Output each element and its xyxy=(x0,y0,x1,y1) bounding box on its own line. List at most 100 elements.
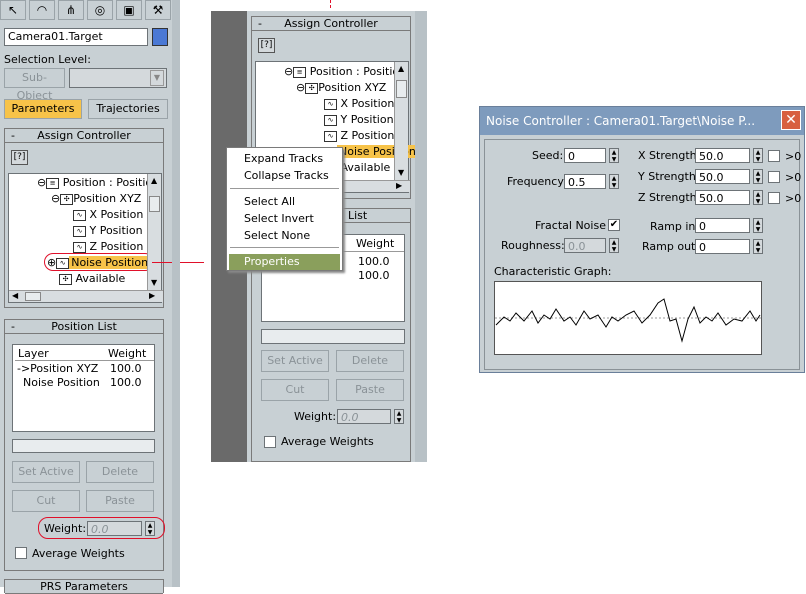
tree-item[interactable]: ∿ Y Position xyxy=(324,113,394,126)
set-active-button[interactable]: Set Active xyxy=(12,461,80,483)
frequency-field[interactable]: 0.5 xyxy=(564,174,606,189)
menu-item-properties[interactable]: Properties xyxy=(244,255,300,268)
y-strength-spinner[interactable]: ▲ ▼ xyxy=(753,169,763,184)
weight-label: Weight: xyxy=(294,410,337,423)
tree-scrollbar-vertical[interactable]: ▲ ▼ xyxy=(394,62,408,180)
scroll-right-icon[interactable]: ▶ xyxy=(396,181,402,190)
menu-item-select-invert[interactable]: Select Invert xyxy=(244,212,314,225)
tree-item[interactable]: ∿ X Position xyxy=(324,97,394,110)
tree-item[interactable]: ⊖ ✣ Position XYZ xyxy=(51,192,141,205)
cut-button[interactable]: Cut xyxy=(12,490,80,512)
tree-item[interactable]: ∿ X Position xyxy=(73,208,143,221)
menu-item-select-all[interactable]: Select All xyxy=(244,195,295,208)
utilities-hammer-icon[interactable]: ⚒ xyxy=(145,0,171,20)
z-gt0-checkbox[interactable] xyxy=(768,192,780,204)
tree-item[interactable]: ⊖ ≡ Position : Position xyxy=(37,176,159,189)
prs-parameters-rollout[interactable]: PRS Parameters xyxy=(4,579,164,594)
column-header-weight[interactable]: Weight xyxy=(108,347,146,360)
modify-arc-icon[interactable]: ◠ xyxy=(29,0,55,20)
table-cell-weight: 100.0 xyxy=(358,269,390,282)
rollout-header[interactable]: - Position List xyxy=(5,320,163,334)
x-gt0-checkbox[interactable] xyxy=(768,150,780,162)
scroll-down-icon[interactable]: ▼ xyxy=(151,278,157,287)
frequency-spinner[interactable]: ▲ ▼ xyxy=(609,174,619,189)
y-strength-field[interactable]: 50.0 xyxy=(695,169,750,184)
ramp-in-spinner[interactable]: ▲ ▼ xyxy=(753,218,763,233)
tree-scrollbar-vertical[interactable]: ▲ ▼ xyxy=(147,174,161,290)
seed-field[interactable]: 0 xyxy=(564,148,606,163)
tree-item[interactable]: ∿ Z Position xyxy=(73,240,143,253)
roughness-field[interactable]: 0.0 xyxy=(564,238,606,253)
cut-button[interactable]: Cut xyxy=(261,379,329,401)
layer-name-field[interactable] xyxy=(12,439,155,453)
dialog-titlebar[interactable]: Noise Controller : Camera01.Target\Noise… xyxy=(480,107,804,135)
scroll-left-icon[interactable]: ◀ xyxy=(12,291,18,300)
z-strength-spinner[interactable]: ▲ ▼ xyxy=(753,190,763,205)
menu-item-expand-tracks[interactable]: Expand Tracks xyxy=(244,152,323,165)
select-arrow-icon[interactable]: ↖ xyxy=(0,0,26,20)
table-row[interactable]: ->Position XYZ xyxy=(17,362,98,375)
tree-item[interactable]: ✣ Available xyxy=(59,272,125,285)
average-weights-checkbox[interactable] xyxy=(264,436,276,448)
sub-object-button[interactable]: Sub-Object xyxy=(4,68,65,102)
hierarchy-icon[interactable]: ⋔ xyxy=(58,0,84,20)
tree-item[interactable]: ∿ Y Position xyxy=(73,224,143,237)
column-header-layer[interactable]: Layer xyxy=(18,347,49,360)
table-row[interactable]: Noise Position xyxy=(23,376,100,389)
layer-list[interactable]: Layer Weight ->Position XYZ 100.0 Noise … xyxy=(12,344,155,432)
scroll-thumb[interactable] xyxy=(149,196,160,212)
ramp-out-spinner[interactable]: ▲ ▼ xyxy=(753,239,763,254)
weight-field[interactable]: 0.0 xyxy=(87,521,142,536)
tree-item[interactable]: ⊖ ✣ Position XYZ xyxy=(296,81,386,94)
rollout-header[interactable]: - Assign Controller xyxy=(5,129,163,143)
motion-icon[interactable]: ◎ xyxy=(87,0,113,20)
object-name-field[interactable]: Camera01.Target xyxy=(4,28,148,46)
close-icon[interactable]: ✕ xyxy=(781,110,801,130)
fractal-noise-label: Fractal Noise xyxy=(535,219,606,232)
ramp-in-field[interactable]: 0 xyxy=(695,218,750,233)
assign-controller-icon[interactable]: [?] xyxy=(258,38,275,53)
x-strength-spinner[interactable]: ▲ ▼ xyxy=(753,148,763,163)
y-strength-label: Y Strength: xyxy=(638,170,700,183)
rollout-header[interactable]: - Assign Controller xyxy=(252,17,410,31)
tree-item[interactable]: ∿ Z Position xyxy=(324,129,394,142)
object-color-swatch[interactable] xyxy=(152,28,168,46)
delete-button[interactable]: Delete xyxy=(86,461,154,483)
fractal-noise-checkbox[interactable]: ✔ xyxy=(608,219,620,231)
chevron-down-icon[interactable]: ▼ xyxy=(150,70,164,86)
layer-name-field[interactable] xyxy=(261,329,405,344)
assign-controller-icon[interactable]: [?] xyxy=(11,150,28,165)
frequency-label: Frequency: xyxy=(507,175,567,188)
scroll-thumb[interactable] xyxy=(25,292,41,301)
seed-spinner[interactable]: ▲ ▼ xyxy=(609,148,619,163)
panel-scrollbar[interactable] xyxy=(415,11,427,462)
roughness-spinner[interactable]: ▲ ▼ xyxy=(609,238,619,253)
scroll-up-icon[interactable]: ▲ xyxy=(151,176,157,185)
scroll-thumb[interactable] xyxy=(396,80,407,98)
panel-scrollbar[interactable] xyxy=(172,0,180,587)
display-monitor-icon[interactable]: ▣ xyxy=(116,0,142,20)
tab-parameters[interactable]: Parameters xyxy=(4,99,82,119)
menu-item-collapse-tracks[interactable]: Collapse Tracks xyxy=(244,169,329,182)
weight-spinner[interactable]: ▲ ▼ xyxy=(145,521,155,536)
scroll-right-icon[interactable]: ▶ xyxy=(149,291,155,300)
weight-field[interactable]: 0.0 xyxy=(337,409,391,424)
set-active-button[interactable]: Set Active xyxy=(261,350,329,372)
column-header-weight[interactable]: Weight xyxy=(356,237,394,250)
tab-trajectories[interactable]: Trajectories xyxy=(88,99,168,119)
scroll-down-icon[interactable]: ▼ xyxy=(398,168,404,177)
weight-spinner[interactable]: ▲ ▼ xyxy=(394,409,404,424)
tree-item[interactable]: ⊖ ≡ Position : Position xyxy=(284,65,406,78)
y-gt0-checkbox[interactable] xyxy=(768,171,780,183)
scroll-up-icon[interactable]: ▲ xyxy=(398,64,404,73)
paste-button[interactable]: Paste xyxy=(86,490,154,512)
ramp-out-field[interactable]: 0 xyxy=(695,239,750,254)
menu-item-select-none[interactable]: Select None xyxy=(244,229,310,242)
tree-scrollbar-horizontal[interactable]: ◀ ▶ xyxy=(9,290,163,302)
z-strength-field[interactable]: 50.0 xyxy=(695,190,750,205)
controller-tree[interactable]: ⊖ ≡ Position : Position ⊖ ✣ Position XYZ ∿ … xyxy=(8,173,163,303)
x-strength-field[interactable]: 50.0 xyxy=(695,148,750,163)
average-weights-checkbox[interactable] xyxy=(15,547,27,559)
delete-button[interactable]: Delete xyxy=(336,350,404,372)
paste-button[interactable]: Paste xyxy=(336,379,404,401)
